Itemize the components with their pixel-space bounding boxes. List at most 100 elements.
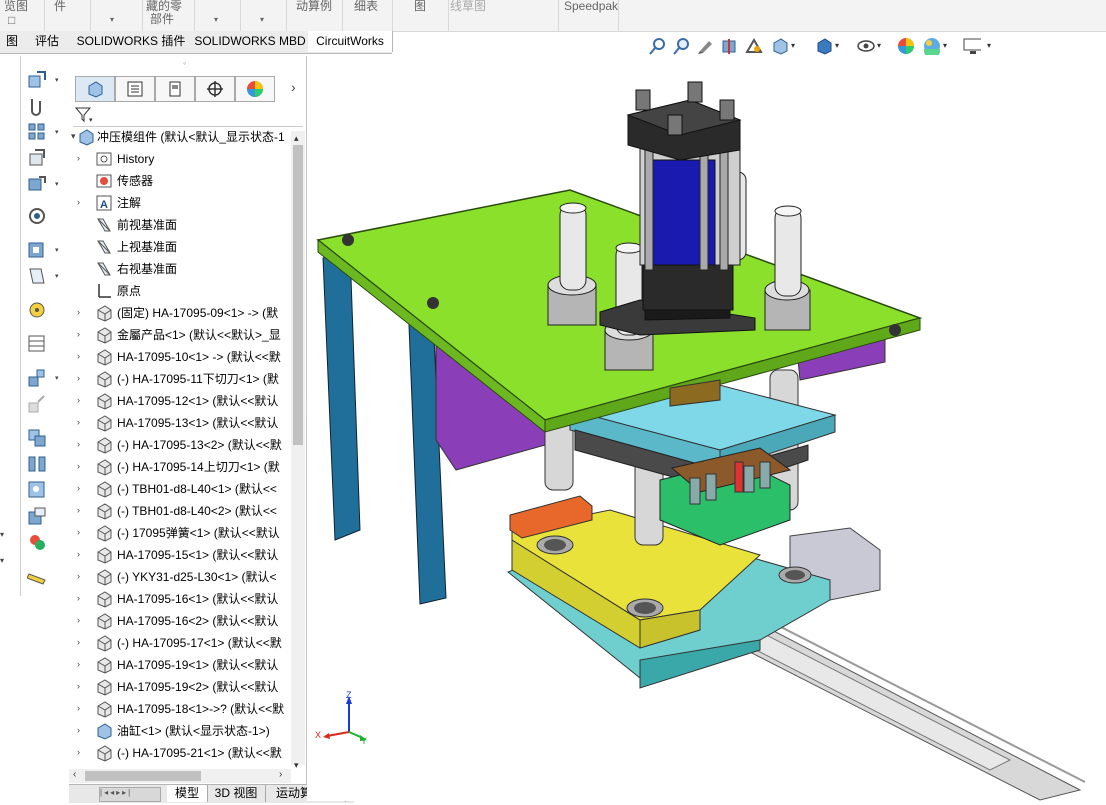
tree-item[interactable]: › (-) HA-17095-14上切刀<1> (默 — [69, 456, 294, 478]
chevron-down-icon[interactable]: ▾ — [835, 41, 839, 50]
chevron-down-icon[interactable]: ▾ — [791, 41, 795, 50]
expand-arrow-icon[interactable]: › — [77, 703, 80, 713]
tree-item[interactable]: › HA-17095-16<1> (默认<<默认 — [69, 588, 294, 610]
chevron-down-icon[interactable]: ▾ — [55, 128, 59, 136]
ribbon-button-explode-line-sketch[interactable]: 线草图 — [448, 0, 559, 31]
chevron-down-icon[interactable]: ▾ — [877, 41, 881, 50]
assembly-features-icon[interactable] — [27, 240, 47, 260]
scroll-up-arrow-icon[interactable]: ▴ — [294, 133, 299, 144]
scroll-down-arrow-icon[interactable]: ▾ — [294, 760, 299, 771]
tree-item[interactable]: › (-) TBH01-d8-L40<2> (默认<< — [69, 500, 294, 522]
chevron-down-icon[interactable]: ▾ — [55, 374, 59, 382]
dynamic-annotation-icon[interactable] — [745, 37, 763, 55]
tree-item[interactable]: › HA-17095-12<1> (默认<<默认 — [69, 390, 294, 412]
tab-dimxpert-manager[interactable] — [195, 76, 235, 102]
tab-model[interactable]: 模型 — [167, 785, 208, 802]
graphics-area[interactable]: Z X Y — [307, 56, 1106, 801]
expand-arrow-icon[interactable]: › — [77, 351, 80, 361]
expand-arrow-icon[interactable]: › — [77, 461, 80, 471]
expand-arrow-icon[interactable]: › — [77, 153, 80, 163]
exploded-view-icon[interactable] — [27, 368, 47, 388]
tree-item[interactable]: › (-) HA-17095-21<1> (默认<<默 — [69, 742, 294, 764]
tab-previous-partial[interactable]: 图 — [0, 31, 25, 52]
tab-configuration-manager[interactable] — [155, 76, 195, 102]
smart-fasteners-icon[interactable] — [27, 148, 47, 168]
tree-item[interactable]: › HA-17095-19<2> (默认<<默认 — [69, 676, 294, 698]
ribbon-button-dropdown-2[interactable]: ▾ — [194, 0, 241, 31]
expand-arrow-icon[interactable]: › — [77, 637, 80, 647]
chevron-down-icon[interactable]: ▾ — [55, 272, 59, 280]
tree-item[interactable]: › 金屬产品<1> (默认<<默认>_显 — [69, 324, 294, 346]
expand-arrow-icon[interactable]: › — [77, 571, 80, 581]
expand-arrow-icon[interactable]: › — [77, 527, 80, 537]
tabs-more-arrow[interactable]: › — [291, 79, 296, 95]
tab-solidworks-mbd[interactable]: SOLIDWORKS MBD — [192, 31, 309, 52]
tree-item[interactable]: › (固定) HA-17095-09<1> -> (默 — [69, 302, 294, 324]
collapse-arrow-icon[interactable]: ▾ — [71, 131, 76, 142]
ribbon-button-bom[interactable]: 细表 — [342, 0, 393, 31]
tree-item[interactable]: › HA-17095-15<1> (默认<<默认 — [69, 544, 294, 566]
tree-item[interactable]: › (-) YKY31-d25-L30<1> (默认< — [69, 566, 294, 588]
expand-arrow-icon[interactable]: › — [77, 747, 80, 757]
tree-item[interactable]: › HA-17095-18<1>->? (默认<<默 — [69, 698, 294, 720]
tree-horizontal-scrollbar[interactable]: ‹ › — [69, 769, 291, 783]
tab-navigation-arrows-icon[interactable]: |◂◂▸▸| — [99, 787, 161, 802]
chevron-down-icon[interactable]: ▾ — [0, 556, 4, 565]
show-hidden-components-icon[interactable] — [27, 206, 47, 226]
ribbon-button-preview[interactable]: 览图 □ — [0, 0, 45, 31]
chevron-down-icon[interactable]: ▾ — [943, 41, 947, 50]
tree-item[interactable]: › A 注解 — [69, 192, 294, 214]
tab-evaluate[interactable]: 评估 — [24, 31, 71, 52]
reference-geometry-icon[interactable] — [27, 266, 47, 286]
tree-item[interactable]: 前视基准面 — [69, 214, 294, 236]
tab-circuitworks[interactable]: CircuitWorks — [308, 31, 393, 52]
ribbon-button-speedpak[interactable]: Speedpak — [558, 0, 619, 31]
expand-arrow-icon[interactable]: › — [77, 439, 80, 449]
tree-item[interactable]: › HA-17095-10<1> -> (默认<<默 — [69, 346, 294, 368]
clearance-verification-icon[interactable] — [27, 454, 47, 474]
ribbon-button-part[interactable]: 件 — [44, 0, 91, 31]
tab-3d-view[interactable]: 3D 视图 — [207, 785, 266, 802]
tree-item[interactable]: 上视基准面 — [69, 236, 294, 258]
filter-bar[interactable]: ▾ — [73, 104, 303, 127]
tab-display-manager[interactable] — [235, 76, 275, 102]
expand-arrow-icon[interactable]: › — [77, 373, 80, 383]
view-settings-icon[interactable] — [963, 37, 981, 55]
tree-item[interactable]: › History — [69, 148, 294, 170]
stamping-die-model[interactable] — [307, 56, 1106, 801]
previous-view-icon[interactable] — [697, 37, 715, 55]
tree-item[interactable]: 传感器 — [69, 170, 294, 192]
display-style-icon[interactable] — [815, 37, 833, 55]
tree-item[interactable]: 原点 — [69, 280, 294, 302]
move-component-icon[interactable] — [27, 174, 47, 194]
scroll-left-arrow-icon[interactable]: ‹ — [73, 769, 76, 780]
ribbon-button-dropdown-3[interactable]: ▾ — [240, 0, 287, 31]
expand-arrow-icon[interactable]: › — [77, 681, 80, 691]
expand-arrow-icon[interactable]: › — [77, 483, 80, 493]
tree-item[interactable]: › (-) HA-17095-13<2> (默认<<默 — [69, 434, 294, 456]
chevron-down-icon[interactable]: ▾ — [55, 246, 59, 254]
edit-appearance-icon[interactable] — [897, 37, 915, 55]
linear-pattern-icon[interactable] — [27, 122, 47, 142]
filter-icon[interactable]: ▾ — [75, 107, 95, 123]
tree-item[interactable]: › 油缸<1> (默认<显示状态-1>) — [69, 720, 294, 742]
tree-item[interactable]: › (-) TBH01-d8-L40<1> (默认<< — [69, 478, 294, 500]
tree-item[interactable]: › HA-17095-19<1> (默认<<默认 — [69, 654, 294, 676]
ribbon-button-exploded-view[interactable]: 图 — [392, 0, 449, 31]
assembly-visualization-icon[interactable] — [27, 506, 47, 526]
tree-item[interactable]: › (-) 17095弹簧<1> (默认<<默认 — [69, 522, 294, 544]
hide-show-items-icon[interactable] — [857, 37, 875, 55]
zoom-to-area-icon[interactable] — [673, 37, 691, 55]
tab-feature-manager[interactable] — [75, 76, 115, 102]
section-view-icon[interactable] — [721, 37, 739, 55]
expand-arrow-icon[interactable]: › — [77, 725, 80, 735]
horizontal-scroll-thumb[interactable] — [85, 771, 201, 781]
tree-item[interactable]: 右视基准面 — [69, 258, 294, 280]
scroll-right-arrow-icon[interactable]: › — [279, 769, 282, 780]
measure-icon[interactable] — [27, 566, 47, 586]
new-motion-study-icon[interactable] — [27, 300, 47, 320]
expand-arrow-icon[interactable]: › — [77, 395, 80, 405]
apply-scene-icon[interactable] — [923, 37, 941, 55]
hole-alignment-icon[interactable] — [27, 480, 47, 500]
interference-detection-icon[interactable] — [27, 428, 47, 448]
